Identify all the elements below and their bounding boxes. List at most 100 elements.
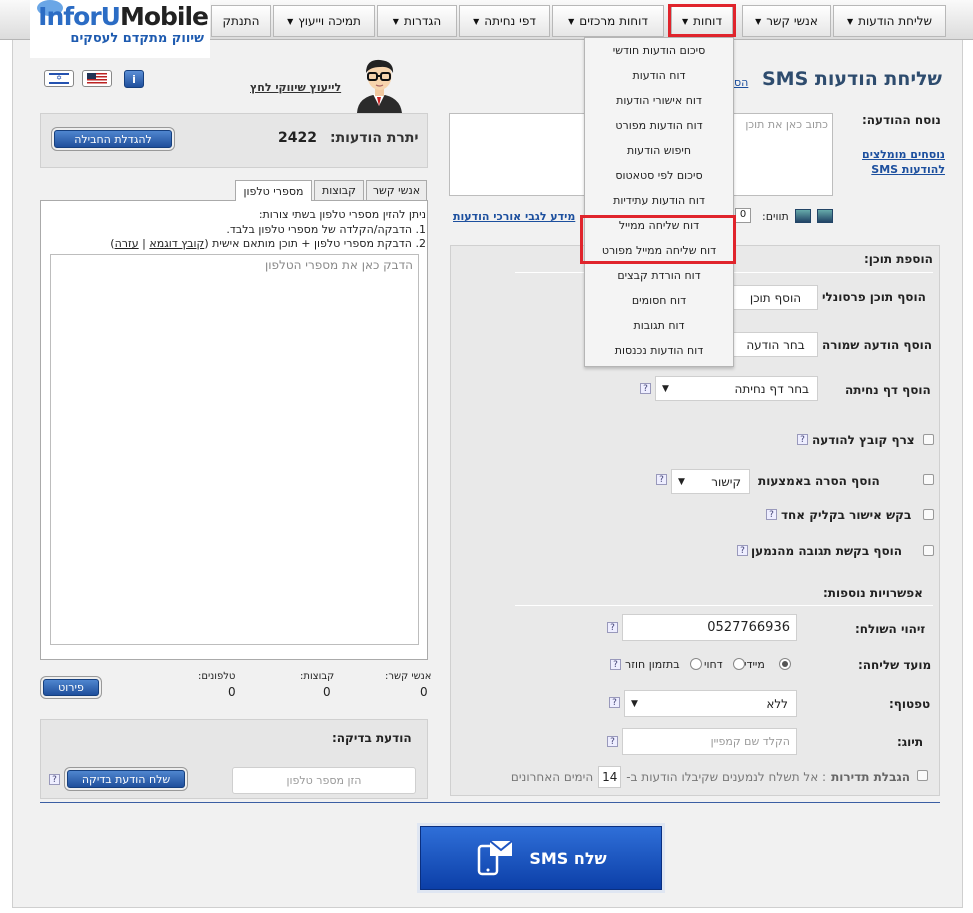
divider bbox=[40, 802, 940, 803]
consultant-avatar-icon bbox=[357, 59, 402, 113]
nav-logout[interactable]: התנתק bbox=[211, 5, 271, 37]
nav-label: דפי נחיתה bbox=[484, 14, 536, 28]
phones-instruction: ניתן להזין מספרי טלפון בשתי צורות: bbox=[258, 208, 426, 221]
choose-saved-message-button[interactable]: בחר הודעה bbox=[733, 332, 818, 357]
info-icon[interactable]: i bbox=[124, 70, 144, 88]
phones-placeholder: הדבק כאן את מספרי הטלפון bbox=[264, 258, 413, 272]
details-button[interactable]: פירוט bbox=[43, 679, 99, 696]
nav-label: שליחת הודעות bbox=[858, 14, 933, 28]
recurring-label: בתזמון חוזר bbox=[625, 658, 680, 671]
menu-item-monthly-summary[interactable]: סיכום הודעות חודשי bbox=[585, 38, 733, 63]
nav-landing-pages[interactable]: דפי נחיתה ▼ bbox=[459, 5, 550, 37]
send-now-label: מיידי bbox=[744, 658, 765, 671]
send-now-radio[interactable] bbox=[779, 658, 791, 670]
logo-brand-part1: InforU bbox=[38, 2, 121, 31]
help-icon[interactable]: ? bbox=[607, 736, 618, 747]
menu-item-detailed-report[interactable]: דוח הודעות מפורט bbox=[585, 113, 733, 138]
menu-item-messages-report[interactable]: דוח הודעות bbox=[585, 63, 733, 88]
nav-send-messages[interactable]: שליחת הודעות ▼ bbox=[833, 5, 946, 37]
help-icon[interactable]: ? bbox=[766, 509, 777, 520]
hebrew-flag-icon[interactable]: ✡ bbox=[44, 70, 74, 87]
removal-checkbox[interactable] bbox=[923, 474, 934, 485]
tab-groups[interactable]: קבוצות bbox=[314, 180, 364, 200]
dropdown-arrow-icon: ▼ bbox=[631, 698, 638, 709]
throttle-select[interactable]: ללא ▼ bbox=[624, 690, 797, 717]
removal-method-select[interactable]: קישור ▼ bbox=[671, 469, 750, 494]
help-icon[interactable]: ? bbox=[737, 545, 748, 556]
reply-request-checkbox[interactable] bbox=[923, 545, 934, 556]
tab-contacts[interactable]: אנשי קשר bbox=[366, 180, 427, 200]
help-icon[interactable]: ? bbox=[49, 774, 60, 785]
dropdown-arrow-icon: ▼ bbox=[287, 16, 294, 26]
throttle-label: טפטוף: bbox=[889, 697, 931, 711]
menu-item-search-messages[interactable]: חיפוש הודעות bbox=[585, 138, 733, 163]
contacts-count-label: אנשי קשר: bbox=[385, 671, 432, 682]
tab-phone-numbers[interactable]: מספרי טלפון bbox=[235, 180, 312, 201]
menu-item-approvals-report[interactable]: דוח אישורי הודעות bbox=[585, 88, 733, 113]
nav-label: הגדרות bbox=[403, 14, 442, 28]
help-link[interactable]: עזרה bbox=[115, 237, 139, 250]
reports-dropdown-menu: סיכום הודעות חודשי דוח הודעות דוח אישורי… bbox=[584, 37, 734, 367]
chars-label: תווים: bbox=[762, 210, 789, 223]
nav-contacts[interactable]: אנשי קשר ▼ bbox=[742, 5, 831, 37]
menu-item-file-downloads[interactable]: דוח הורדת קבצים bbox=[585, 263, 733, 288]
throttle-value: ללא bbox=[766, 696, 788, 711]
nav-settings[interactable]: הגדרות ▼ bbox=[377, 5, 457, 37]
groups-count-label: קבוצות: bbox=[300, 671, 335, 682]
dropdown-arrow-icon: ▼ bbox=[662, 383, 669, 394]
consultant-avatar bbox=[352, 56, 407, 113]
help-icon[interactable]: ? bbox=[609, 697, 620, 708]
attach-file-checkbox[interactable] bbox=[923, 434, 934, 445]
test-phone-input[interactable]: הזן מספר טלפון bbox=[232, 767, 416, 794]
phones-textarea[interactable]: הדבק כאן את מספרי הטלפון bbox=[50, 254, 419, 645]
logo[interactable]: InforUMobile שיווק מתקדם לעסקים bbox=[30, 0, 210, 58]
help-icon[interactable]: ? bbox=[610, 659, 621, 670]
send-sms-button[interactable]: שלח SMS bbox=[420, 826, 662, 890]
add-personal-content-button[interactable]: הוסף תוכן bbox=[733, 285, 818, 310]
upgrade-package-button[interactable]: להגדלת החבילה bbox=[54, 130, 172, 148]
frequency-days-input[interactable]: 14 bbox=[598, 766, 622, 788]
reports-highlight-box bbox=[668, 4, 736, 37]
nav-central-reports[interactable]: דוחות מרכזים ▼ bbox=[552, 5, 664, 37]
landing-page-select[interactable]: בחר דף נחיתה ▼ bbox=[655, 376, 818, 401]
dropdown-arrow-icon: ▼ bbox=[568, 16, 575, 26]
recommended-templates-link[interactable]: נוסחים מומלצים להודעות SMS bbox=[855, 147, 945, 177]
dropdown-arrow-icon: ▼ bbox=[678, 476, 685, 487]
frequency-limit-checkbox[interactable] bbox=[917, 770, 928, 781]
help-icon[interactable]: ? bbox=[797, 434, 808, 445]
menu-item-replies[interactable]: דוח תגובות bbox=[585, 313, 733, 338]
one-click-approval-checkbox[interactable] bbox=[923, 509, 934, 520]
campaign-tag-input[interactable]: הקלד שם קמפיין bbox=[622, 728, 797, 755]
menu-item-incoming[interactable]: דוח הודעות נכנסות bbox=[585, 338, 733, 363]
message-length-link[interactable]: מידע לגבי אורכי הודעות bbox=[453, 210, 575, 223]
send-test-button[interactable]: שלח הודעת בדיקה bbox=[67, 770, 185, 788]
example-file-link[interactable]: קובץ דוגמא bbox=[149, 237, 204, 250]
nav-support[interactable]: תמיכה וייעוץ ▼ bbox=[273, 5, 375, 37]
landing-page-label: הוסף דף נחיתה bbox=[845, 383, 931, 397]
one-click-approval-label: בקש אישור בקליק אחד bbox=[781, 508, 912, 522]
menu-item-status-summary[interactable]: סיכום לפי סטאטוס bbox=[585, 163, 733, 188]
help-icon[interactable]: ? bbox=[607, 622, 618, 633]
title-link[interactable]: הס bbox=[734, 76, 748, 89]
tag-label: תיוג: bbox=[897, 735, 924, 749]
message-label: נוסח ההודעה: bbox=[862, 113, 941, 127]
english-flag-icon[interactable] bbox=[82, 70, 112, 87]
sender-id-input[interactable]: 0527766936 bbox=[622, 614, 797, 641]
phone-envelope-icon bbox=[478, 840, 513, 876]
send-later-label: דחוי bbox=[704, 658, 723, 671]
help-icon[interactable]: ? bbox=[656, 474, 667, 485]
ltr-icon[interactable] bbox=[817, 209, 833, 223]
frequency-limit-text: הימים האחרונים bbox=[510, 770, 594, 784]
help-icon[interactable]: ? bbox=[640, 383, 651, 394]
dropdown-arrow-icon: ▼ bbox=[755, 16, 762, 26]
email-reports-highlight-box bbox=[580, 215, 736, 264]
frequency-limit-row: הגבלת תדירות : אל תשלח לנמענים שקיבלו הו… bbox=[470, 766, 910, 788]
send-later-radio[interactable] bbox=[733, 658, 745, 670]
menu-item-future-messages[interactable]: דוח הודעות עתידיות bbox=[585, 188, 733, 213]
frequency-limit-text: : אל תשלח לנמענים שקיבלו הודעות ב- bbox=[626, 770, 827, 784]
recurring-radio[interactable] bbox=[690, 658, 702, 670]
menu-item-blocked[interactable]: דוח חסומים bbox=[585, 288, 733, 313]
rtl-icon[interactable] bbox=[795, 209, 811, 223]
chars-count: 0 bbox=[735, 208, 751, 223]
consultant-link[interactable]: לייעוץ שיווקי לחץ bbox=[250, 81, 341, 94]
